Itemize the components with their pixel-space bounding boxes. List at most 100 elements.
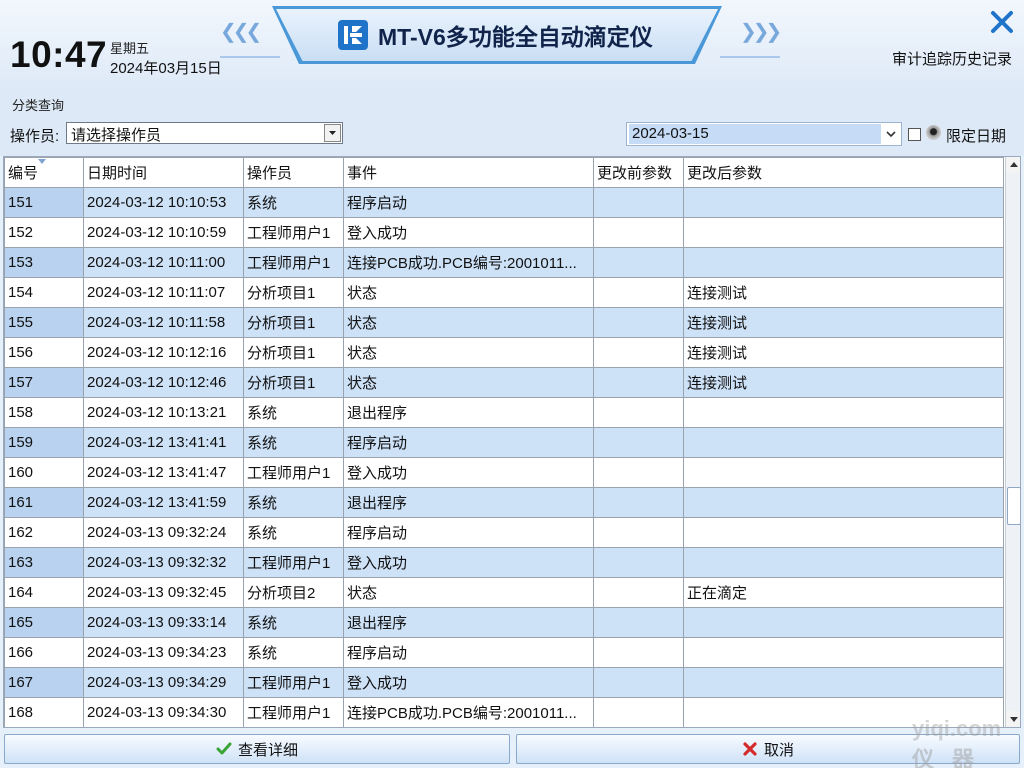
cell-id: 158 (4, 397, 84, 428)
cell-before (593, 637, 684, 668)
date-select[interactable]: 2024-03-15 (626, 122, 902, 146)
cell-event: 退出程序 (343, 607, 594, 638)
table-row[interactable]: 168 2024-03-13 09:34:30 工程师用户1 连接PCB成功.PCB编… (4, 697, 1004, 727)
cell-event: 登入成功 (343, 547, 594, 578)
table-row[interactable]: 167 2024-03-13 09:34:29 工程师用户1 登入成功 (4, 667, 1004, 698)
cell-datetime: 2024-03-12 13:41:59 (83, 487, 244, 518)
table-row[interactable]: 151 2024-03-12 10:10:53 系统 程序启动 (4, 187, 1004, 218)
cell-datetime: 2024-03-13 09:34:29 (83, 667, 244, 698)
table-row[interactable]: 161 2024-03-12 13:41:59 系统 退出程序 (4, 487, 1004, 518)
cell-id: 155 (4, 307, 84, 338)
cell-operator: 工程师用户1 (243, 547, 344, 578)
table-row[interactable]: 154 2024-03-12 10:11:07 分析项目1 状态 连接测试 (4, 277, 1004, 308)
cell-operator: 分析项目1 (243, 277, 344, 308)
x-icon (743, 742, 757, 756)
scroll-down-button[interactable] (1006, 711, 1020, 727)
cell-before (593, 457, 684, 488)
cell-after (683, 457, 1004, 488)
radio-indicator-icon (926, 125, 941, 140)
cell-before (593, 547, 684, 578)
cell-before (593, 247, 684, 278)
date-select-value: 2024-03-15 (629, 124, 881, 144)
audit-table: 编号 日期时间 操作员 事件 更改前参数 更改后参数 151 2024-03-12… (4, 157, 1004, 727)
table-row[interactable]: 156 2024-03-12 10:12:16 分析项目1 状态 连接测试 (4, 337, 1004, 368)
view-detail-label: 查看详细 (237, 741, 298, 759)
cell-after (683, 637, 1004, 668)
operator-select-value: 请选择操作员 (71, 127, 162, 144)
cell-id: 151 (4, 187, 84, 218)
clock-time: 10:47 (10, 34, 108, 75)
table-row[interactable]: 159 2024-03-12 13:41:41 系统 程序启动 (4, 427, 1004, 458)
cell-datetime: 2024-03-13 09:32:45 (83, 577, 244, 608)
cell-before (593, 427, 684, 458)
cell-datetime: 2024-03-13 09:33:14 (83, 607, 244, 638)
cell-before (593, 667, 684, 698)
cell-event: 登入成功 (343, 457, 594, 488)
cell-operator: 工程师用户1 (243, 457, 344, 488)
cell-id: 165 (4, 607, 84, 638)
view-detail-button[interactable]: 查看详细 (4, 734, 510, 764)
cell-event: 程序启动 (343, 427, 594, 458)
column-header-event[interactable]: 事件 (343, 157, 594, 188)
cell-after: 连接测试 (683, 337, 1004, 368)
scroll-up-button[interactable] (1006, 157, 1020, 173)
table-row[interactable]: 166 2024-03-13 09:34:23 系统 程序启动 (4, 637, 1004, 668)
operator-select[interactable]: 请选择操作员 (66, 122, 343, 144)
table-row[interactable]: 152 2024-03-12 10:10:59 工程师用户1 登入成功 (4, 217, 1004, 248)
date-dropdown-button[interactable] (884, 126, 898, 142)
table-row[interactable]: 163 2024-03-13 09:32:32 工程师用户1 登入成功 (4, 547, 1004, 578)
table-row[interactable]: 155 2024-03-12 10:11:58 分析项目1 状态 连接测试 (4, 307, 1004, 338)
cell-operator: 系统 (243, 607, 344, 638)
cell-before (593, 187, 684, 218)
cell-datetime: 2024-03-12 13:41:41 (83, 427, 244, 458)
arrow-down-icon (1010, 717, 1018, 722)
cell-before (593, 607, 684, 638)
cell-operator: 分析项目2 (243, 577, 344, 608)
table-row[interactable]: 158 2024-03-12 10:13:21 系统 退出程序 (4, 397, 1004, 428)
cell-datetime: 2024-03-12 10:12:46 (83, 367, 244, 398)
column-header-operator[interactable]: 操作员 (243, 157, 344, 188)
cell-after (683, 217, 1004, 248)
cell-event: 登入成功 (343, 667, 594, 698)
cell-id: 156 (4, 337, 84, 368)
cell-event: 程序启动 (343, 637, 594, 668)
cell-id: 160 (4, 457, 84, 488)
cell-event: 状态 (343, 307, 594, 338)
cell-operator: 分析项目1 (243, 307, 344, 338)
table-row[interactable]: 157 2024-03-12 10:12:46 分析项目1 状态 连接测试 (4, 367, 1004, 398)
column-header-datetime[interactable]: 日期时间 (83, 157, 244, 188)
cell-after (683, 517, 1004, 548)
close-icon (991, 11, 1013, 33)
cell-before (593, 487, 684, 518)
column-header-after[interactable]: 更改后参数 (683, 157, 1004, 188)
filter-panel: 分类查询 操作员: 请选择操作员 2024-03-15 限定日期 (0, 92, 1024, 156)
table-header-row: 编号 日期时间 操作员 事件 更改前参数 更改后参数 (4, 157, 1004, 188)
operator-dropdown-button[interactable] (324, 124, 341, 142)
table-row[interactable]: 165 2024-03-13 09:33:14 系统 退出程序 (4, 607, 1004, 638)
table-row[interactable]: 162 2024-03-13 09:32:24 系统 程序启动 (4, 517, 1004, 548)
window-title: 审计追踪历史记录 (891, 51, 1012, 68)
cell-before (593, 337, 684, 368)
cell-datetime: 2024-03-13 09:32:32 (83, 547, 244, 578)
cell-event: 程序启动 (343, 187, 594, 218)
table-row[interactable]: 164 2024-03-13 09:32:45 分析项目2 状态 正在滴定 (4, 577, 1004, 608)
table-scrollbar[interactable] (1005, 157, 1020, 727)
decor-line-left (220, 56, 280, 58)
close-button[interactable] (988, 8, 1016, 36)
cell-operator: 工程师用户1 (243, 667, 344, 698)
cell-datetime: 2024-03-13 09:32:24 (83, 517, 244, 548)
cell-event: 状态 (343, 277, 594, 308)
scroll-thumb[interactable] (1007, 487, 1020, 525)
cell-event: 登入成功 (343, 217, 594, 248)
column-header-before[interactable]: 更改前参数 (593, 157, 684, 188)
cell-id: 161 (4, 487, 84, 518)
cell-datetime: 2024-03-12 10:10:59 (83, 217, 244, 248)
table-row[interactable]: 153 2024-03-12 10:11:00 工程师用户1 连接PCB成功.PCB编… (4, 247, 1004, 278)
table-row[interactable]: 160 2024-03-12 13:41:47 工程师用户1 登入成功 (4, 457, 1004, 488)
cell-id: 164 (4, 577, 84, 608)
limit-date-checkbox[interactable] (908, 128, 921, 141)
sort-indicator-icon (38, 159, 46, 164)
cell-operator: 系统 (243, 397, 344, 428)
instrument-logo-icon (338, 20, 368, 50)
cell-id: 162 (4, 517, 84, 548)
